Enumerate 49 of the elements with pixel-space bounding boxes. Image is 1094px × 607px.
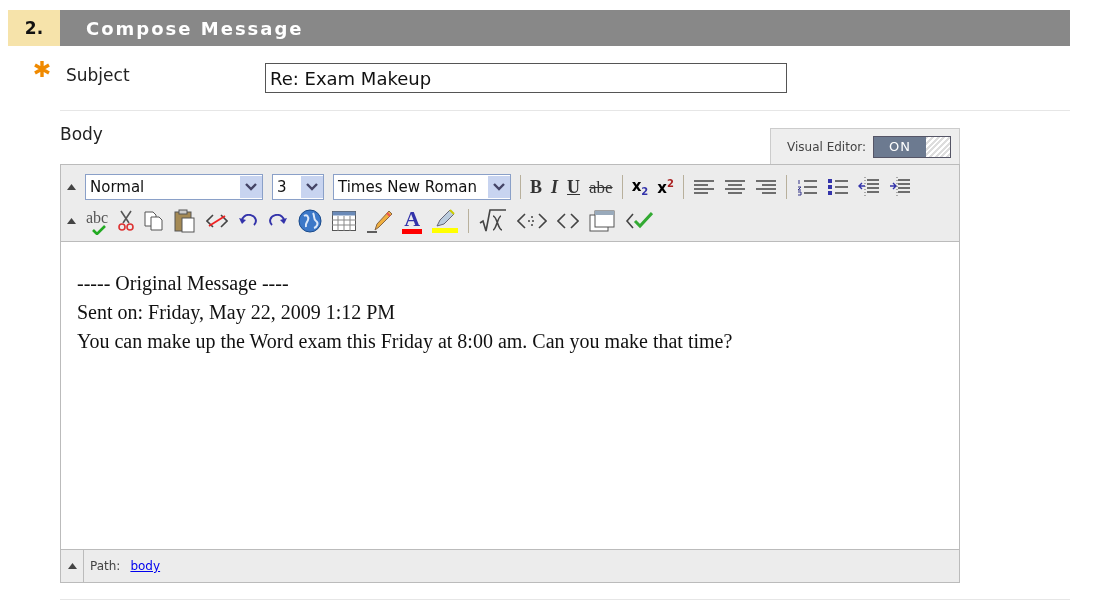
align-center-icon[interactable] — [723, 179, 746, 195]
visual-editor-toggle[interactable]: ON — [873, 135, 951, 158]
subscript-button[interactable]: x$_{2}$ — [631, 177, 649, 197]
path-link[interactable]: body — [130, 559, 161, 573]
bullet-list-icon[interactable] — [826, 178, 849, 196]
scissors-icon[interactable] — [118, 210, 135, 232]
code-strike-icon[interactable] — [206, 213, 229, 229]
anchor-tags-icon[interactable] — [517, 212, 548, 230]
superscript-button[interactable]: x$^{2}$ — [657, 177, 674, 197]
strikethrough-button[interactable]: abe — [589, 178, 613, 196]
font-color-button[interactable]: A — [402, 208, 423, 234]
globe-icon[interactable] — [298, 209, 323, 233]
collapse-arrow-icon[interactable] — [67, 218, 76, 224]
align-left-icon[interactable] — [692, 179, 715, 195]
spellcheck-button[interactable]: abc — [86, 209, 109, 233]
visual-editor-label: Visual Editor: — [787, 139, 866, 154]
clipboard-icon[interactable] — [174, 209, 197, 233]
numbered-list-icon[interactable] — [795, 178, 818, 196]
subject-label: Subject — [66, 65, 131, 85]
undo-icon[interactable] — [238, 214, 259, 228]
highlighter-icon[interactable] — [432, 209, 459, 233]
path-label: Path: — [90, 559, 121, 573]
table-icon[interactable] — [332, 211, 357, 231]
message-line: You can make up the Word exam this Friday at 8:00 am. Can you make that time? — [77, 329, 734, 355]
section-title-bar: Compose Message — [60, 10, 1070, 46]
dropdown[interactable]: Times New Roman — [333, 174, 511, 200]
align-right-icon[interactable] — [754, 179, 777, 195]
section-number: 2. — [24, 18, 44, 38]
collapse-arrow-icon[interactable] — [67, 184, 76, 190]
dropdown[interactable]: Normal — [85, 174, 263, 200]
tags-check-icon[interactable] — [625, 211, 654, 231]
indent-icon[interactable] — [888, 177, 911, 197]
outdent-icon[interactable] — [857, 177, 880, 197]
italic-button[interactable]: I — [551, 178, 559, 196]
dropdown[interactable]: 3 — [272, 174, 324, 200]
square-root-icon[interactable] — [479, 209, 508, 233]
pencil-icon[interactable] — [366, 209, 393, 233]
redo-icon[interactable] — [268, 214, 289, 228]
body-label: Body — [60, 124, 103, 144]
underline-button[interactable]: U — [567, 178, 581, 196]
code-tags-icon[interactable] — [557, 212, 580, 230]
copy-icon[interactable] — [144, 211, 165, 231]
window-icon[interactable] — [589, 210, 616, 232]
message-body-field[interactable]: ----- Original Message ---- Sent on: Friday, May 22, 2009 1:12 PM You can make up the Word exam this Friday at 8:00 am. Can you make that time? — [61, 242, 959, 549]
message-line: Sent on: Friday, May 22, 2009 1:12 PM — [77, 300, 397, 326]
message-line: ----- Original Message ---- — [77, 271, 290, 297]
subject-field[interactable]: Re: Exam Makeup — [265, 63, 787, 93]
bold-button[interactable]: B — [530, 178, 542, 196]
checkmark-icon — [92, 225, 106, 235]
